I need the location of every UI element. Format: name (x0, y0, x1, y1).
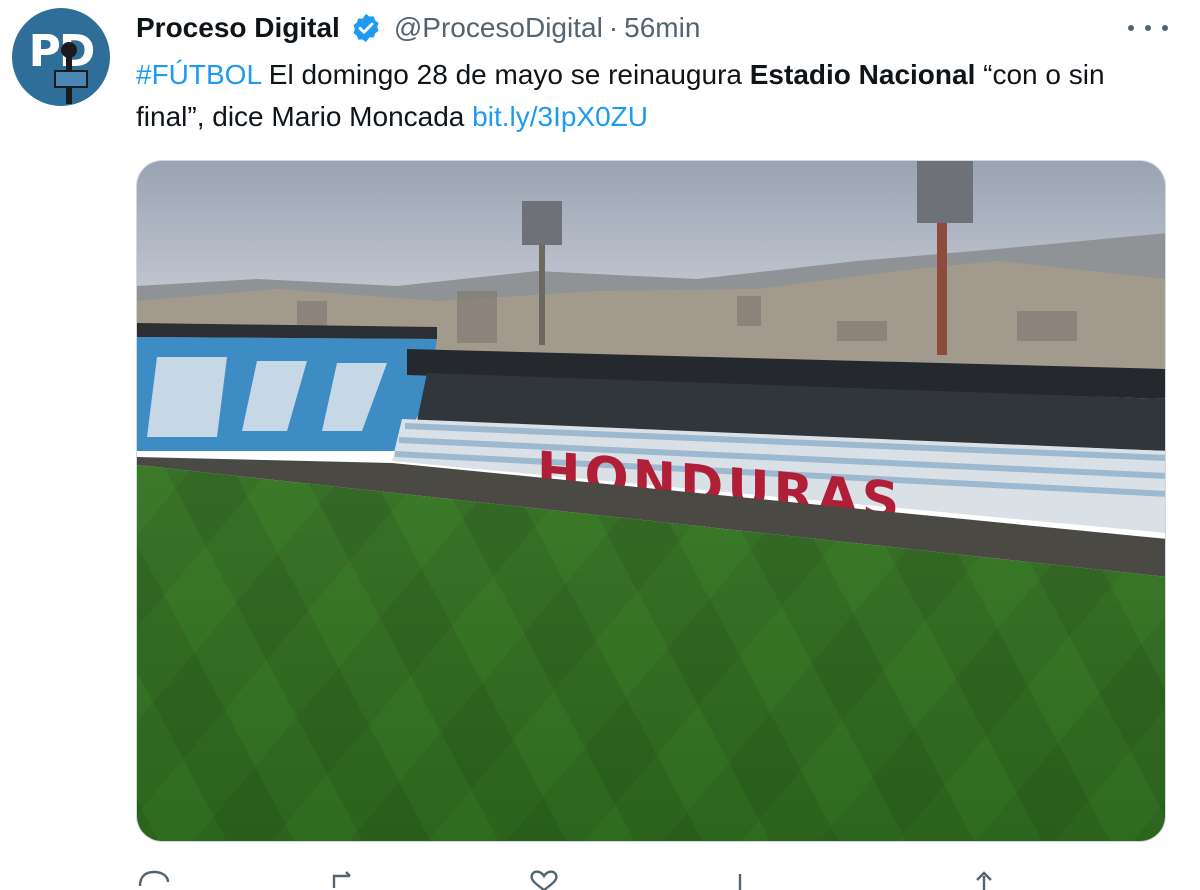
pitch-stripes-cross (137, 465, 1165, 841)
retweet-icon[interactable] (328, 870, 364, 890)
short-link[interactable]: bit.ly/3IpX0ZU (472, 101, 648, 132)
tweet-media-image[interactable]: HONDURAS (136, 160, 1166, 842)
tweet-header: Proceso Digital @ProcesoDigital · 56min (136, 10, 700, 46)
author-handle[interactable]: @ProcesoDigital (394, 12, 603, 44)
reply-icon[interactable] (136, 870, 172, 890)
more-dot (1162, 25, 1168, 31)
tweet-text-part1: El domingo 28 de mayo se reinaugura (261, 59, 750, 90)
tweet-text: #FÚTBOL El domingo 28 de mayo se reinaug… (136, 54, 1176, 138)
hashtag-link[interactable]: #FÚTBOL (136, 59, 261, 90)
tweet-actions (136, 862, 1166, 890)
stadium-photo: HONDURAS (137, 161, 1165, 841)
microphone-box (54, 70, 88, 88)
left-stand-pattern (147, 357, 387, 437)
views-icon[interactable] (728, 870, 764, 890)
like-icon[interactable] (526, 870, 562, 890)
avatar[interactable]: PD (12, 8, 110, 106)
verified-badge-icon[interactable] (350, 12, 382, 44)
more-dot (1145, 25, 1151, 31)
tweet-timestamp[interactable]: 56min (624, 12, 700, 44)
separator-dot: · (608, 12, 619, 43)
more-options-icon[interactable] (1128, 14, 1168, 42)
share-icon[interactable] (966, 870, 1002, 890)
more-dot (1128, 25, 1134, 31)
tweet-text-bold: Estadio Nacional (749, 59, 976, 90)
author-name[interactable]: Proceso Digital (136, 12, 340, 44)
